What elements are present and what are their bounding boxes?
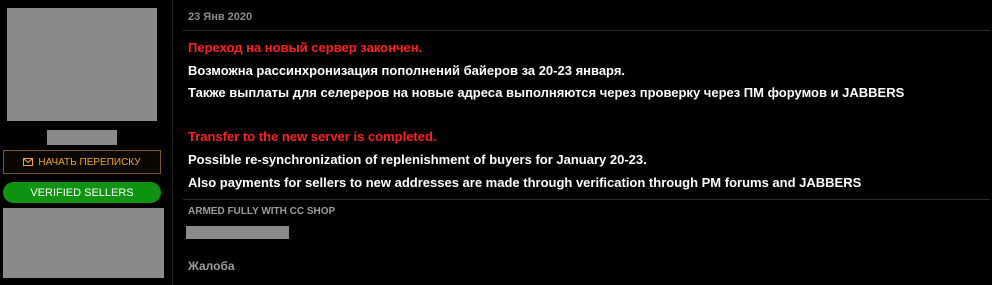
user-banner-redacted: [3, 208, 164, 278]
start-conversation-label: НАЧАТЬ ПЕРЕПИСКУ: [38, 156, 141, 168]
verified-sellers-badge: VERIFIED SELLERS: [3, 182, 161, 203]
username-redacted[interactable]: [47, 130, 117, 145]
report-link[interactable]: Жалоба: [188, 259, 235, 273]
verified-sellers-label: VERIFIED SELLERS: [30, 186, 134, 199]
signature-text: ARMED FULLY WITH CC SHOP: [188, 206, 336, 217]
message-line-ru-payments: Также выплаты для селереров на новые адр…: [188, 85, 905, 100]
avatar[interactable]: [7, 8, 157, 121]
message-line-ru-heading: Переход на новый сервер закончен.: [188, 40, 423, 55]
message-line-en-heading: Transfer to the new server is completed.: [188, 129, 437, 144]
signature-redacted: [186, 226, 289, 239]
message-panel: 23 Янв 2020 Переход на новый сервер зако…: [173, 0, 992, 285]
signature-divider: [183, 199, 990, 200]
envelope-icon: [23, 158, 34, 166]
message-line-ru-sync: Возможна рассинхронизация пополнений бай…: [188, 63, 626, 78]
start-conversation-button[interactable]: НАЧАТЬ ПЕРЕПИСКУ: [3, 150, 161, 174]
post-date[interactable]: 23 Янв 2020: [188, 11, 252, 23]
forum-post: НАЧАТЬ ПЕРЕПИСКУ VERIFIED SELLERS 23 Янв…: [0, 0, 992, 285]
header-divider: [183, 30, 990, 31]
message-line-en-sync: Possible re-synchronization of replenish…: [188, 152, 647, 167]
user-info-panel: НАЧАТЬ ПЕРЕПИСКУ VERIFIED SELLERS: [0, 0, 172, 285]
message-line-en-payments: Also payments for sellers to new address…: [188, 175, 862, 190]
